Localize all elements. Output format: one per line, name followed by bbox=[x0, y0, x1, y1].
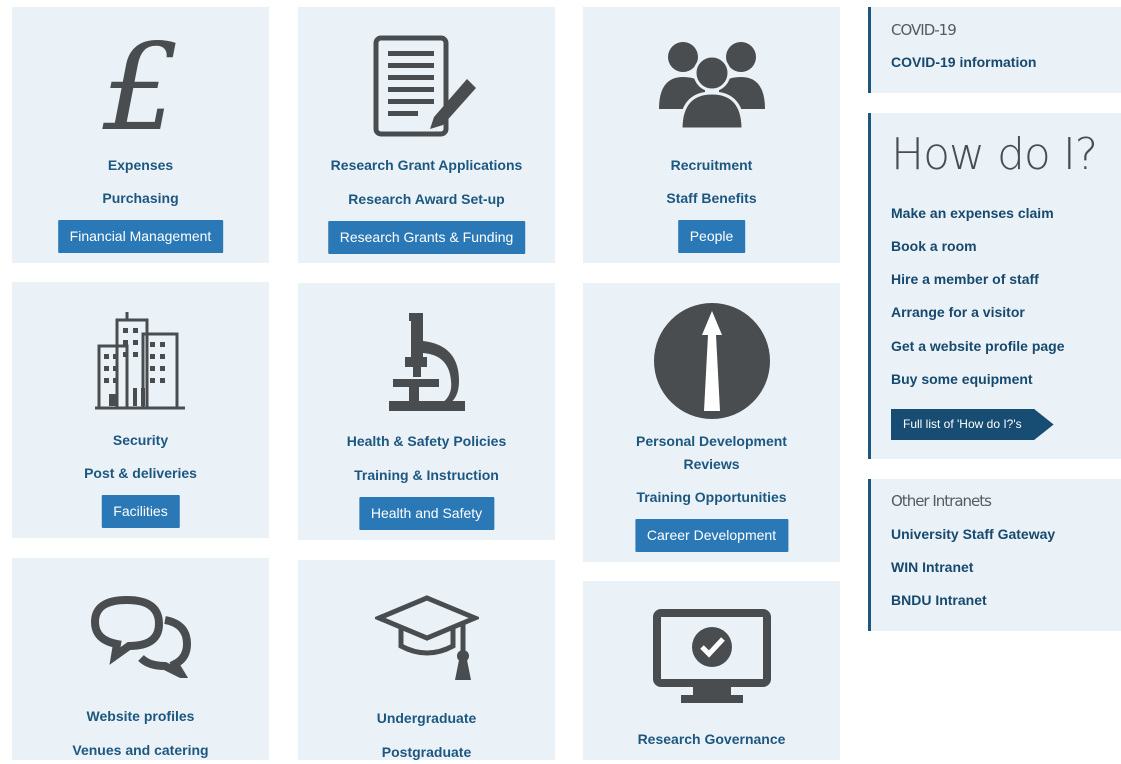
post-deliveries-link[interactable]: Post & deliveries bbox=[12, 462, 269, 485]
undergraduate-link[interactable]: Undergraduate bbox=[298, 707, 555, 730]
website-profiles-link[interactable]: Website profiles bbox=[12, 705, 269, 728]
full-list-how-do-i-button[interactable]: Full list of 'How do I?'s bbox=[891, 409, 1054, 440]
health-safety-policies-link[interactable]: Health & Safety Policies bbox=[298, 430, 555, 453]
research-grant-applications-link[interactable]: Research Grant Applications bbox=[298, 154, 555, 177]
purchasing-link[interactable]: Purchasing bbox=[12, 187, 269, 210]
financial-management-button[interactable]: Financial Management bbox=[57, 220, 224, 253]
university-staff-gateway-link[interactable]: University Staff Gateway bbox=[891, 526, 1055, 542]
reviews-link[interactable]: Reviews bbox=[583, 453, 840, 476]
graduation-cap-icon bbox=[374, 595, 479, 680]
arrow-up-circle-icon bbox=[653, 303, 770, 419]
expenses-link[interactable]: Expenses bbox=[12, 154, 269, 177]
card-health: Health & Safety Policies Training & Inst… bbox=[298, 283, 555, 540]
training-instruction-link[interactable]: Training & Instruction bbox=[298, 464, 555, 487]
career-development-button[interactable]: Career Development bbox=[634, 519, 789, 552]
covid-title: COVID-19 bbox=[891, 21, 957, 39]
venues-catering-link[interactable]: Venues and catering bbox=[12, 739, 269, 762]
card-facilities: Security Post & deliveries Facilities bbox=[12, 282, 269, 538]
how-do-i-panel: How do I? Make an expenses claim Book a … bbox=[868, 113, 1121, 459]
other-intranets-title: Other Intranets bbox=[891, 492, 992, 510]
people-icon bbox=[658, 42, 765, 131]
covid-information-link[interactable]: COVID-19 information bbox=[891, 54, 1036, 70]
how-do-i-link-profile[interactable]: Get a website profile page bbox=[891, 338, 1065, 354]
document-pencil-icon bbox=[373, 35, 476, 137]
research-grants-funding-button[interactable]: Research Grants & Funding bbox=[327, 221, 526, 254]
staff-benefits-link[interactable]: Staff Benefits bbox=[583, 187, 840, 210]
how-do-i-link-hire-staff[interactable]: Hire a member of staff bbox=[891, 271, 1039, 287]
how-do-i-link-visitor[interactable]: Arrange for a visitor bbox=[891, 304, 1025, 320]
personal-development-link[interactable]: Personal Development bbox=[583, 430, 840, 453]
card-finance: £ Expenses Purchasing Financial Manageme… bbox=[12, 7, 269, 263]
svg-text:£: £ bbox=[101, 31, 178, 141]
microscope-icon bbox=[388, 313, 465, 411]
building-icon bbox=[94, 312, 185, 410]
training-opportunities-link[interactable]: Training Opportunities bbox=[583, 486, 840, 509]
card-people: Recruitment Staff Benefits People bbox=[583, 7, 840, 263]
card-career: Personal Development Reviews Training Op… bbox=[583, 283, 840, 562]
card-comms: Website profiles Venues and catering bbox=[12, 558, 269, 760]
how-do-i-link-expenses[interactable]: Make an expenses claim bbox=[891, 205, 1054, 221]
win-intranet-link[interactable]: WIN Intranet bbox=[891, 559, 973, 575]
research-award-setup-link[interactable]: Research Award Set-up bbox=[298, 188, 555, 211]
postgraduate-link[interactable]: Postgraduate bbox=[298, 741, 555, 764]
bndu-intranet-link[interactable]: BNDU Intranet bbox=[891, 592, 987, 608]
research-governance-link[interactable]: Research Governance bbox=[583, 728, 840, 751]
how-do-i-link-equipment[interactable]: Buy some equipment bbox=[891, 371, 1033, 387]
card-governance: Research Governance bbox=[583, 581, 840, 760]
people-button[interactable]: People bbox=[677, 220, 746, 253]
monitor-check-icon bbox=[652, 609, 771, 703]
how-do-i-title: How do I? bbox=[891, 129, 1098, 180]
health-and-safety-button[interactable]: Health and Safety bbox=[358, 497, 495, 530]
pound-icon: £ bbox=[101, 31, 178, 141]
card-education: Undergraduate Postgraduate bbox=[298, 560, 555, 760]
speech-bubbles-icon bbox=[90, 595, 191, 678]
facilities-button[interactable]: Facilities bbox=[101, 495, 180, 528]
card-research: Research Grant Applications Research Awa… bbox=[298, 7, 555, 263]
how-do-i-link-book-room[interactable]: Book a room bbox=[891, 238, 977, 254]
other-intranets-panel: Other Intranets University Staff Gateway… bbox=[868, 479, 1121, 631]
covid-panel: COVID-19 COVID-19 information bbox=[868, 7, 1121, 93]
recruitment-link[interactable]: Recruitment bbox=[583, 154, 840, 177]
security-link[interactable]: Security bbox=[12, 429, 269, 452]
